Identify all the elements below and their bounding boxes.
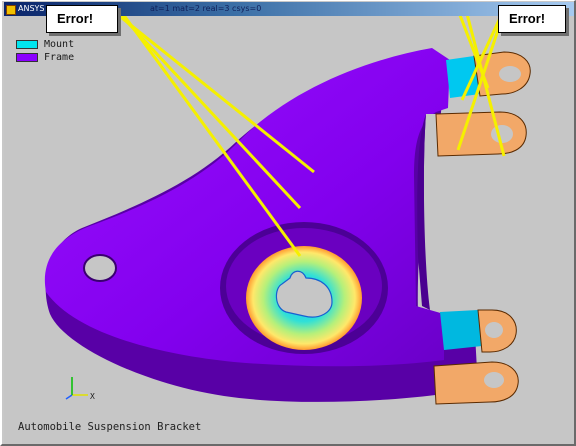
axis-triad: X [64,371,104,405]
legend-item-frame: Frame [16,51,74,64]
legend-item-mount: Mount [16,38,74,51]
lug-top-lower-hole [491,125,513,143]
triad-x-label: X [90,392,95,401]
legend-label-frame: Frame [44,52,75,63]
lug-bottom-lower [433,361,519,405]
error-callout-left: Error! [46,5,118,33]
graphics-viewport[interactable]: Mount Frame X Automobile Suspension Brac… [4,16,574,444]
legend-swatch-frame [16,53,38,62]
mount-bottom [440,310,482,350]
legend-swatch-mount [16,40,38,49]
triad-icon: X [65,377,95,401]
left-hole [83,254,117,282]
lug-top-upper-hole [499,66,521,82]
legend: Mount Frame [16,38,74,64]
status-line: at=1 mat=2 real=3 csys=0 [150,4,262,13]
error-callout-right: Error! [498,5,566,33]
legend-label-mount: Mount [44,39,75,50]
ansys-app-icon [6,5,16,15]
ansys-graphics-window: ANSYS 6 at=1 mat=2 real=3 csys=0 Mount F… [0,0,576,446]
lug-bottom-upper-hole [485,322,503,338]
lug-bottom-lower-hole [484,372,504,388]
plot-caption: Automobile Suspension Bracket [18,421,202,433]
